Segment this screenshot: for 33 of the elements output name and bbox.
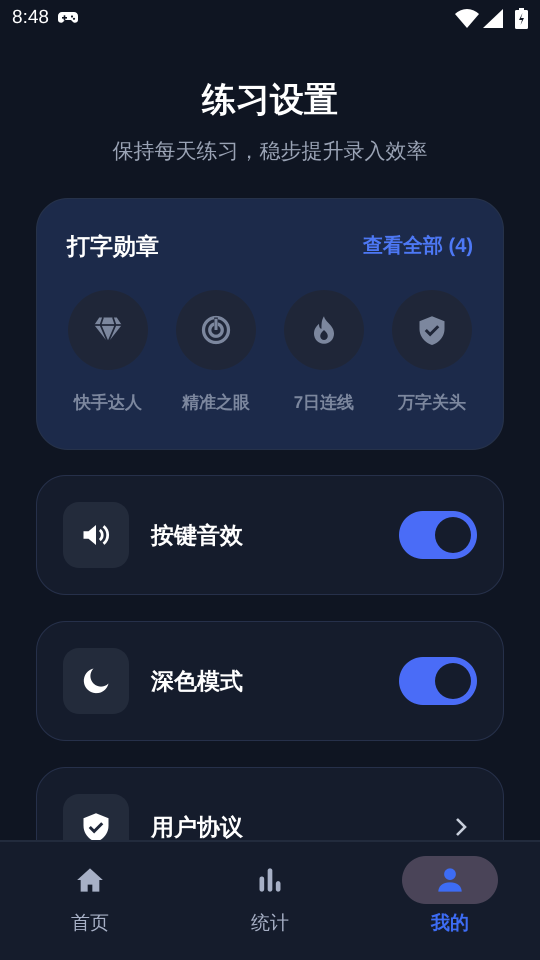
toggle-switch[interactable] [399, 511, 477, 559]
shield-icon [417, 314, 447, 344]
badge-label: 快手达人 [74, 392, 142, 414]
chevron-right-icon [455, 817, 467, 837]
signal-icon [483, 8, 503, 28]
nav-label: 我的 [431, 912, 469, 936]
setting-row[interactable]: 按键音效 [36, 475, 504, 595]
setting-label: 深色模式 [151, 668, 244, 694]
setting-row[interactable]: 深色模式 [36, 621, 504, 741]
view-all-link[interactable]: 查看全部 (4) [363, 231, 473, 262]
badge-label: 7日连线 [294, 392, 354, 414]
nav-tab[interactable]: 统计 [180, 842, 360, 960]
badge-section-title: 打字勋章 [67, 232, 159, 261]
status-time: 8:48 [12, 6, 49, 30]
person-icon [436, 866, 464, 894]
wifi-icon [455, 8, 479, 28]
page-subtitle: 保持每天练习，稳步提升录入效率 [112, 139, 428, 165]
page-title: 练习设置 [202, 80, 338, 121]
setting-label: 用户协议 [151, 814, 244, 840]
badge-label: 万字关头 [398, 392, 466, 414]
setting-row[interactable]: 用户协议 [36, 767, 504, 840]
nav-tab[interactable]: 我的 [360, 842, 540, 960]
gamepad-icon [56, 11, 79, 25]
setting-label: 按键音效 [151, 522, 244, 548]
diamond-icon [93, 314, 123, 344]
nav-label: 统计 [251, 912, 289, 936]
badge-label: 精准之眼 [182, 392, 250, 414]
battery-icon [515, 8, 528, 28]
moon-icon [81, 666, 111, 696]
nav-label: 首页 [71, 912, 109, 936]
nav-tab[interactable]: 首页 [0, 842, 180, 960]
toggle-switch[interactable] [399, 657, 477, 705]
home-icon [76, 866, 104, 894]
